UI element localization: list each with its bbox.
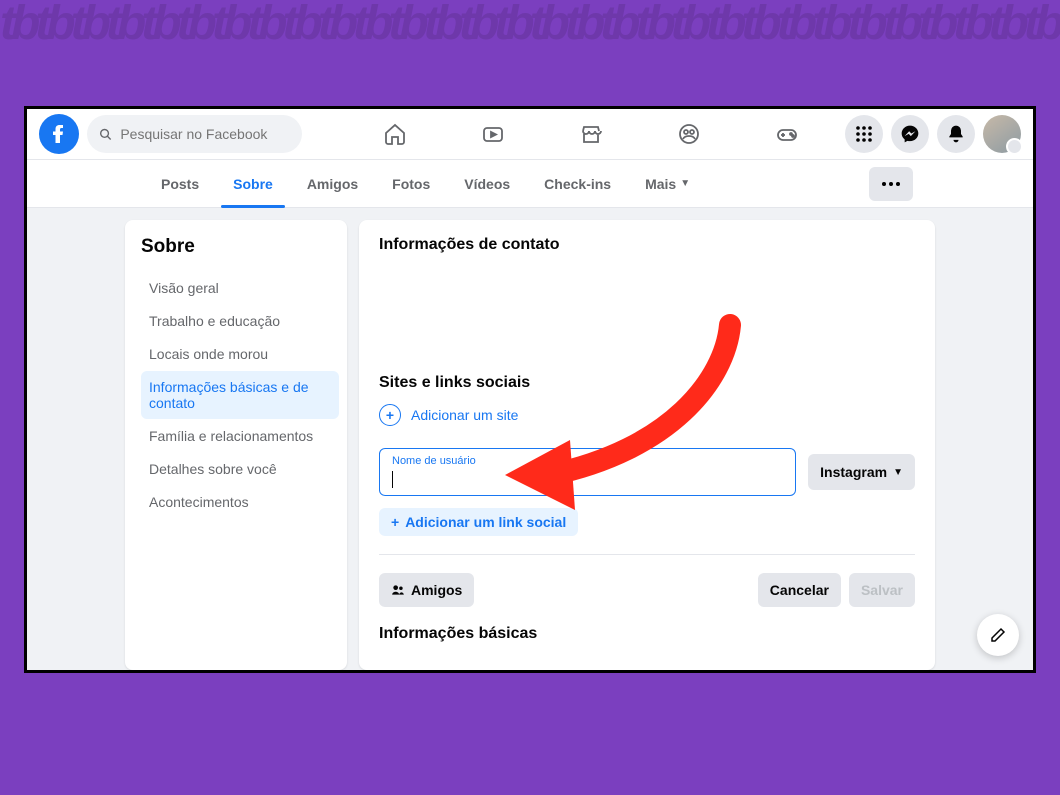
tab-posts[interactable]: Posts (145, 160, 215, 208)
nav-marketplace[interactable] (546, 110, 636, 158)
sidebar-title: Sobre (141, 236, 339, 258)
menu-grid-icon (855, 125, 873, 143)
platform-select[interactable]: Instagram ▼ (808, 454, 915, 490)
plus-icon: + (391, 514, 399, 530)
audience-label: Amigos (411, 582, 462, 598)
ellipsis-icon (882, 182, 900, 186)
add-site-label: Adicionar um site (411, 407, 518, 423)
add-social-label: Adicionar um link social (405, 514, 566, 530)
sites-header: Sites e links sociais (379, 374, 915, 392)
sidebar-item-events[interactable]: Acontecimentos (141, 486, 339, 518)
sidebar-item-label: Informações básicas e de contato (149, 379, 309, 411)
messenger-button[interactable] (891, 115, 929, 153)
nav-home[interactable] (350, 110, 440, 158)
contact-header: Informações de contato (379, 236, 915, 254)
tab-videos[interactable]: Vídeos (448, 160, 526, 208)
username-label: Nome de usuário (392, 455, 783, 467)
audience-selector[interactable]: Amigos (379, 573, 474, 607)
save-button[interactable]: Salvar (849, 573, 915, 607)
tab-label: Sobre (233, 176, 273, 192)
tab-fotos[interactable]: Fotos (376, 160, 446, 208)
tab-label: Amigos (307, 176, 358, 192)
sidebar-item-places[interactable]: Locais onde morou (141, 338, 339, 370)
facebook-logo[interactable] (39, 114, 79, 154)
groups-icon (677, 122, 701, 146)
home-icon (383, 122, 407, 146)
main-panel: Informações de contato Sites e links soc… (359, 220, 935, 670)
caret-down-icon: ▼ (680, 178, 690, 189)
notifications-button[interactable] (937, 115, 975, 153)
tab-label: Check-ins (544, 176, 611, 192)
sidebar-item-label: Acontecimentos (149, 494, 249, 510)
tab-mais[interactable]: Mais ▼ (629, 160, 706, 208)
search-icon (99, 127, 112, 142)
basic-info-header: Informações básicas (379, 625, 915, 643)
tab-amigos[interactable]: Amigos (291, 160, 374, 208)
about-sidebar: Sobre Visão geral Trabalho e educação Lo… (125, 220, 347, 670)
friends-icon (391, 583, 405, 597)
caret-down-icon: ▼ (893, 467, 903, 478)
tab-checkins[interactable]: Check-ins (528, 160, 627, 208)
save-label: Salvar (861, 582, 903, 598)
sidebar-item-details[interactable]: Detalhes sobre você (141, 453, 339, 485)
sidebar-item-family[interactable]: Família e relacionamentos (141, 420, 339, 452)
pencil-icon (989, 626, 1007, 644)
profile-overflow-button[interactable] (869, 167, 913, 201)
cancel-label: Cancelar (770, 582, 829, 598)
sidebar-item-label: Detalhes sobre você (149, 461, 277, 477)
bell-icon (946, 124, 966, 144)
profile-tabs: Posts Sobre Amigos Fotos Vídeos Check-in… (27, 160, 1033, 208)
sidebar-item-label: Trabalho e educação (149, 313, 280, 329)
top-bar (27, 109, 1033, 160)
cancel-button[interactable]: Cancelar (758, 573, 841, 607)
watch-icon (481, 122, 505, 146)
nav-gaming[interactable] (742, 110, 832, 158)
search-input[interactable] (120, 126, 290, 142)
search-field[interactable] (87, 115, 302, 153)
tab-label: Mais (645, 176, 676, 192)
menu-button[interactable] (845, 115, 883, 153)
nav-groups[interactable] (644, 110, 734, 158)
sidebar-item-label: Visão geral (149, 280, 219, 296)
tab-label: Vídeos (464, 176, 510, 192)
platform-selected-label: Instagram (820, 464, 887, 480)
gaming-icon (775, 122, 799, 146)
content-area: Sobre Visão geral Trabalho e educação Lo… (27, 208, 1033, 670)
add-site-button[interactable]: + Adicionar um site (379, 404, 915, 426)
floating-edit-button[interactable] (977, 614, 1019, 656)
divider (379, 554, 915, 555)
tab-sobre[interactable]: Sobre (217, 160, 289, 208)
sidebar-item-overview[interactable]: Visão geral (141, 272, 339, 304)
account-avatar[interactable] (983, 115, 1021, 153)
messenger-icon (900, 124, 920, 144)
nav-watch[interactable] (448, 110, 538, 158)
sidebar-item-label: Locais onde morou (149, 346, 268, 362)
sidebar-item-work[interactable]: Trabalho e educação (141, 305, 339, 337)
add-social-link-button[interactable]: + Adicionar um link social (379, 508, 578, 536)
tab-label: Posts (161, 176, 199, 192)
plus-circle-icon: + (379, 404, 401, 426)
app-window: Posts Sobre Amigos Fotos Vídeos Check-in… (24, 106, 1036, 673)
marketplace-icon (579, 122, 603, 146)
username-field[interactable]: Nome de usuário (379, 448, 796, 496)
tab-label: Fotos (392, 176, 430, 192)
sidebar-item-contact-basic[interactable]: Informações básicas e de contato (141, 371, 339, 419)
sidebar-item-label: Família e relacionamentos (149, 428, 313, 444)
